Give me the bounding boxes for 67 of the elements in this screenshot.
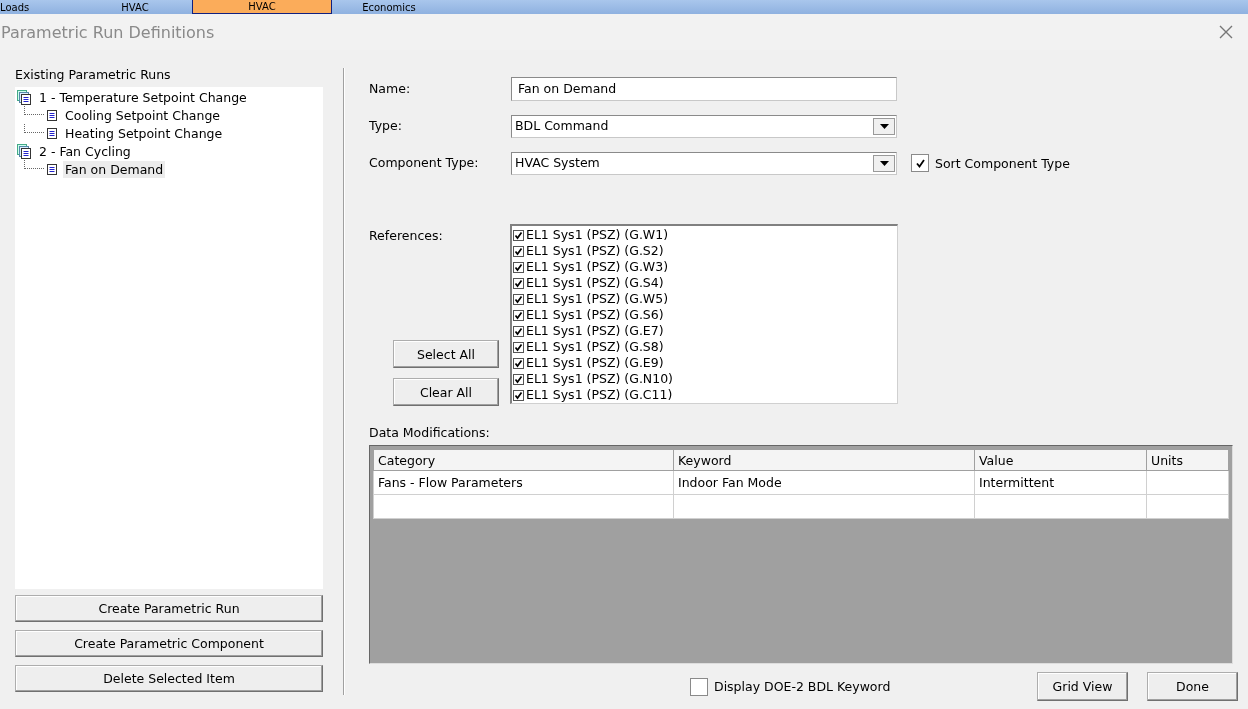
checkbox-label: Display DOE-2 BDL Keyword xyxy=(714,679,891,694)
tab[interactable]: HVAC xyxy=(192,0,332,14)
checkbox-label: Sort Component Type xyxy=(935,155,1070,171)
close-icon[interactable] xyxy=(1218,24,1234,40)
tree-line xyxy=(24,106,44,115)
tab[interactable]: Loads xyxy=(0,1,80,14)
list-item[interactable]: EL1 Sys1 (PSZ) (G.S6) xyxy=(526,307,664,323)
window-title: Parametric Run Definitions xyxy=(1,22,215,42)
checkbox[interactable] xyxy=(513,245,524,257)
action-button[interactable]: Done xyxy=(1147,672,1238,701)
panel-label: Existing Parametric Runs xyxy=(15,66,172,84)
field-label: Type: xyxy=(369,117,403,135)
name-field[interactable]: Fan on Demand xyxy=(511,77,897,101)
list-item[interactable]: EL1 Sys1 (PSZ) (G.W3) xyxy=(526,259,669,275)
list-item[interactable]: EL1 Sys1 (PSZ) (G.W5) xyxy=(526,291,669,307)
action-button[interactable]: Select All xyxy=(393,340,499,368)
list-item[interactable]: EL1 Sys1 (PSZ) (G.E7) xyxy=(526,323,664,339)
action-button[interactable]: Grid View xyxy=(1037,672,1128,701)
checkbox[interactable] xyxy=(513,277,524,289)
list-item[interactable]: EL1 Sys1 (PSZ) (G.S4) xyxy=(526,275,664,291)
action-button[interactable]: Create Parametric Run xyxy=(15,595,323,622)
field-label: Name: xyxy=(369,80,412,98)
column-header[interactable]: Keyword xyxy=(673,449,975,471)
checkbox[interactable] xyxy=(513,293,524,305)
checkbox[interactable] xyxy=(513,325,524,337)
section-label: Data Modifications: xyxy=(369,424,491,442)
checkbox[interactable] xyxy=(690,677,708,696)
tree-item[interactable]: Heating Setpoint Change xyxy=(63,124,225,142)
checkbox[interactable] xyxy=(513,373,524,385)
field-label: Component Type: xyxy=(369,154,480,172)
action-button[interactable]: Clear All xyxy=(393,378,499,406)
checkbox[interactable] xyxy=(513,261,524,273)
action-button[interactable]: Delete Selected Item xyxy=(15,665,323,692)
tab[interactable]: HVAC xyxy=(80,1,190,14)
tree-item[interactable]: 1 - Temperature Setpoint Change xyxy=(37,88,249,106)
table-cell: Indoor Fan Mode xyxy=(673,470,975,495)
check-icon xyxy=(914,157,926,169)
document-icon xyxy=(46,127,58,139)
list-item[interactable]: EL1 Sys1 (PSZ) (G.C11) xyxy=(526,387,673,403)
column-header[interactable]: Value xyxy=(974,449,1147,471)
field-label: References: xyxy=(369,227,444,245)
checkbox[interactable] xyxy=(513,309,524,321)
component-type-dropdown[interactable]: HVAC System xyxy=(511,151,897,175)
tree-item[interactable]: 2 - Fan Cycling xyxy=(37,142,133,160)
tab[interactable]: Economics xyxy=(334,1,444,14)
checkbox[interactable] xyxy=(513,357,524,369)
list-item[interactable]: EL1 Sys1 (PSZ) (G.N10) xyxy=(526,371,673,387)
column-header[interactable]: Units xyxy=(1146,449,1229,471)
tree-line xyxy=(24,160,44,169)
type-dropdown[interactable]: BDL Command xyxy=(511,114,897,138)
checkbox[interactable] xyxy=(513,389,524,401)
tree-item[interactable]: Cooling Setpoint Change xyxy=(63,106,223,124)
list-item[interactable]: EL1 Sys1 (PSZ) (G.S2) xyxy=(526,243,664,259)
document-icon xyxy=(46,163,58,175)
checkbox[interactable] xyxy=(911,154,929,172)
tree-line xyxy=(24,124,44,133)
tree-item[interactable]: Fan on Demand xyxy=(63,160,166,178)
document-icon xyxy=(46,109,58,121)
list-item[interactable]: EL1 Sys1 (PSZ) (G.W1) xyxy=(526,227,669,243)
action-button[interactable]: Create Parametric Component xyxy=(15,630,323,657)
column-header[interactable]: Category xyxy=(373,449,674,471)
table-cell: Fans - Flow Parameters xyxy=(373,470,674,495)
list-item[interactable]: EL1 Sys1 (PSZ) (G.E9) xyxy=(526,355,664,371)
checkbox[interactable] xyxy=(513,341,524,353)
table-cell: Intermittent xyxy=(974,470,1147,495)
list-item[interactable]: EL1 Sys1 (PSZ) (G.S8) xyxy=(526,339,664,355)
checkbox[interactable] xyxy=(513,229,524,241)
